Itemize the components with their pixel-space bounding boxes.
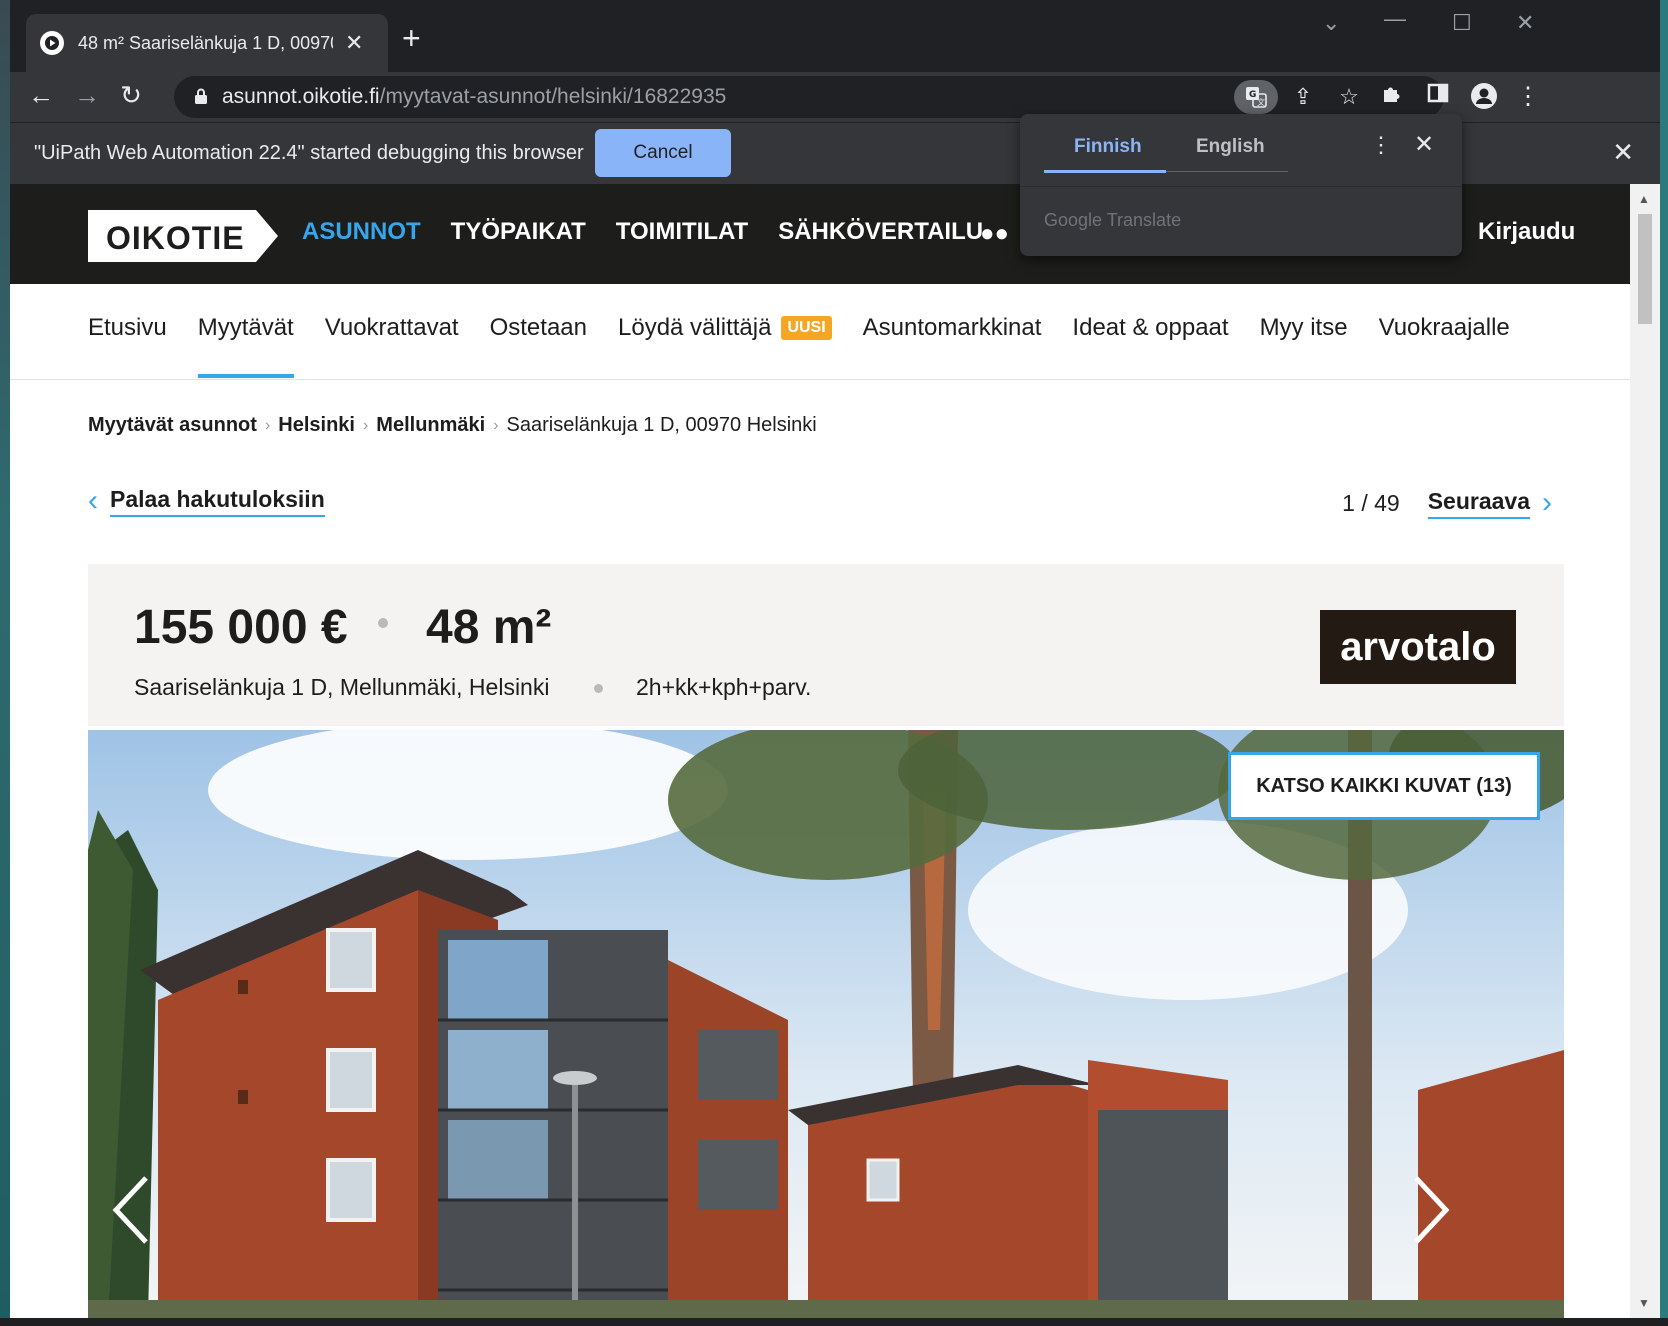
close-tab-icon[interactable]: ✕ xyxy=(345,30,363,56)
listing-rooms: 2h+kk+kph+parv. xyxy=(636,674,812,700)
address-bar[interactable]: asunnot.oikotie.fi/myytavat-asunnot/hels… xyxy=(174,76,1444,118)
next-photo-icon[interactable] xyxy=(1406,1170,1456,1250)
tab-title: 48 m² Saariselänkuja 1 D, 00970 Helsinki xyxy=(78,32,333,53)
back-to-results-link[interactable]: ‹ Palaa hakutuloksiin xyxy=(88,484,325,518)
close-translate-icon[interactable]: ✕ xyxy=(1414,130,1434,159)
listing-price: 155 000 € xyxy=(134,601,348,654)
listing-counter: 1 / 49 xyxy=(1342,489,1400,516)
debug-message: "UiPath Web Automation 22.4" started deb… xyxy=(34,142,584,164)
sub-nav-ideat-oppaat[interactable]: Ideat & oppaat xyxy=(1072,314,1228,342)
sub-nav: Etusivu Myytävät Vuokrattavat Ostetaan L… xyxy=(10,284,1630,380)
browser-window: 48 m² Saariselänkuja 1 D, 00970 Helsinki… xyxy=(10,0,1660,1318)
forward-icon[interactable]: → xyxy=(70,80,104,111)
back-to-results-label: Palaa hakutuloksiin xyxy=(110,486,325,517)
chevron-right-icon[interactable]: › xyxy=(1542,486,1552,520)
browser-tab[interactable]: 48 m² Saariselänkuja 1 D, 00970 Helsinki… xyxy=(26,14,388,72)
new-badge: UUSI xyxy=(781,316,832,340)
translate-tab-english[interactable]: English xyxy=(1196,136,1265,158)
breadcrumb-item[interactable]: Mellunmäki xyxy=(376,414,485,437)
chevron-left-icon: ‹ xyxy=(88,484,98,517)
translate-icon[interactable]: G文 xyxy=(1234,80,1278,114)
tab-bar: 48 m² Saariselänkuja 1 D, 00970 Helsinki… xyxy=(10,0,1660,72)
listing-area: 48 m² xyxy=(426,601,552,654)
sub-nav-loyda-valittaja[interactable]: Löydä välittäjä UUSI xyxy=(618,314,832,342)
breadcrumb-item[interactable]: Helsinki xyxy=(278,414,355,437)
breadcrumb: Myytävät asunnot › Helsinki › Mellunmäki… xyxy=(88,414,817,437)
back-icon[interactable]: ← xyxy=(24,80,58,111)
tab-divider xyxy=(1166,171,1288,172)
previous-photo-icon[interactable] xyxy=(106,1170,156,1250)
close-infobar-icon[interactable]: ✕ xyxy=(1612,137,1634,168)
login-link[interactable]: Kirjaudu xyxy=(1478,218,1575,246)
next-listing-link[interactable]: Seuraava xyxy=(1427,488,1530,519)
view-all-photos-button[interactable]: KATSO KAIKKI KUVAT (13) xyxy=(1228,752,1540,820)
sub-nav-ostetaan[interactable]: Ostetaan xyxy=(490,314,587,342)
new-tab-icon[interactable]: + xyxy=(402,20,421,57)
listing-photo[interactable]: KATSO KAIKKI KUVAT (13) xyxy=(88,730,1564,1318)
profile-avatar-icon[interactable] xyxy=(1468,82,1500,117)
sub-nav-etusivu[interactable]: Etusivu xyxy=(88,314,167,342)
bookmark-star-icon[interactable]: ☆ xyxy=(1332,80,1366,114)
web-page: OIKOTIE ASUNNOT TYÖPAIKAT TOIMITILAT SÄH… xyxy=(10,184,1630,1318)
listing-summary: 155 000 € 48 m² Saariselänkuja 1 D, Mell… xyxy=(88,564,1564,726)
extensions-icon[interactable] xyxy=(1376,82,1408,111)
main-nav-toimitilat[interactable]: TOIMITILAT xyxy=(616,218,748,246)
sub-nav-myy-itse[interactable]: Myy itse xyxy=(1260,314,1348,342)
reload-icon[interactable]: ↻ xyxy=(114,80,148,111)
breadcrumb-separator-icon: › xyxy=(493,416,499,434)
more-services-icon[interactable]: ●● xyxy=(980,220,1009,248)
page-scrollbar[interactable]: ▲ ▼ xyxy=(1630,184,1660,1318)
separator-dot xyxy=(594,684,603,693)
agency-logo[interactable]: arvotalo xyxy=(1320,610,1516,684)
main-nav-asunnot[interactable]: ASUNNOT xyxy=(302,218,421,246)
browser-menu-icon[interactable]: ⋮ xyxy=(1512,82,1544,111)
breadcrumb-separator-icon: › xyxy=(362,416,369,434)
breadcrumb-current: Saariselänkuja 1 D, 00970 Helsinki xyxy=(506,414,817,436)
maximize-icon[interactable]: ☐ xyxy=(1452,10,1472,36)
main-nav: ASUNNOT TYÖPAIKAT TOIMITILAT SÄHKÖVERTAI… xyxy=(302,218,983,246)
site-favicon-icon xyxy=(40,31,64,55)
taskbar-edge xyxy=(0,1318,1668,1326)
scroll-down-icon[interactable]: ▼ xyxy=(1638,1296,1650,1310)
separator-dot xyxy=(378,618,388,628)
tab-search-icon[interactable]: ⌄ xyxy=(1322,10,1340,36)
scroll-thumb[interactable] xyxy=(1638,214,1652,324)
share-icon[interactable]: ⇪ xyxy=(1286,80,1320,114)
translate-options-icon[interactable]: ⋮ xyxy=(1370,132,1392,158)
main-nav-tyopaikat[interactable]: TYÖPAIKAT xyxy=(451,218,586,246)
url-text: asunnot.oikotie.fi/myytavat-asunnot/hels… xyxy=(222,85,727,108)
minimize-icon[interactable]: — xyxy=(1384,6,1406,32)
popup-divider xyxy=(1020,186,1462,187)
breadcrumb-separator-icon: › xyxy=(264,416,271,434)
google-translate-label: Google Translate xyxy=(1044,210,1182,230)
active-tab-indicator xyxy=(1044,170,1166,173)
sub-nav-asuntomarkkinat[interactable]: Asuntomarkkinat xyxy=(863,314,1042,342)
translate-popup: Finnish English ⋮ ✕ Google Translate xyxy=(1020,114,1462,256)
sub-nav-vuokrattavat[interactable]: Vuokrattavat xyxy=(325,314,459,342)
cancel-debugging-button[interactable]: Cancel xyxy=(595,129,731,177)
close-window-icon[interactable]: ✕ xyxy=(1516,10,1534,36)
svg-text:G: G xyxy=(1249,90,1256,100)
svg-text:文: 文 xyxy=(1257,97,1265,107)
main-nav-sahkovertailu[interactable]: SÄHKÖVERTAILU xyxy=(778,218,983,246)
logo-text: OIKOTIE xyxy=(106,220,245,256)
scroll-up-icon[interactable]: ▲ xyxy=(1638,192,1650,206)
translate-tab-finnish[interactable]: Finnish xyxy=(1074,136,1142,158)
sub-nav-myytavat[interactable]: Myytävät xyxy=(197,314,294,378)
listing-address: Saariselänkuja 1 D, Mellunmäki, Helsinki xyxy=(134,674,550,700)
side-panel-icon[interactable] xyxy=(1422,82,1454,111)
sub-nav-vuokraajalle[interactable]: Vuokraajalle xyxy=(1379,314,1510,342)
sub-nav-loyda-valittaja-label: Löydä välittäjä xyxy=(618,314,772,341)
breadcrumb-item[interactable]: Myytävät asunnot xyxy=(88,414,257,437)
listing-pager: 1 / 49 Seuraava › xyxy=(1342,486,1552,520)
lock-icon xyxy=(195,88,207,104)
